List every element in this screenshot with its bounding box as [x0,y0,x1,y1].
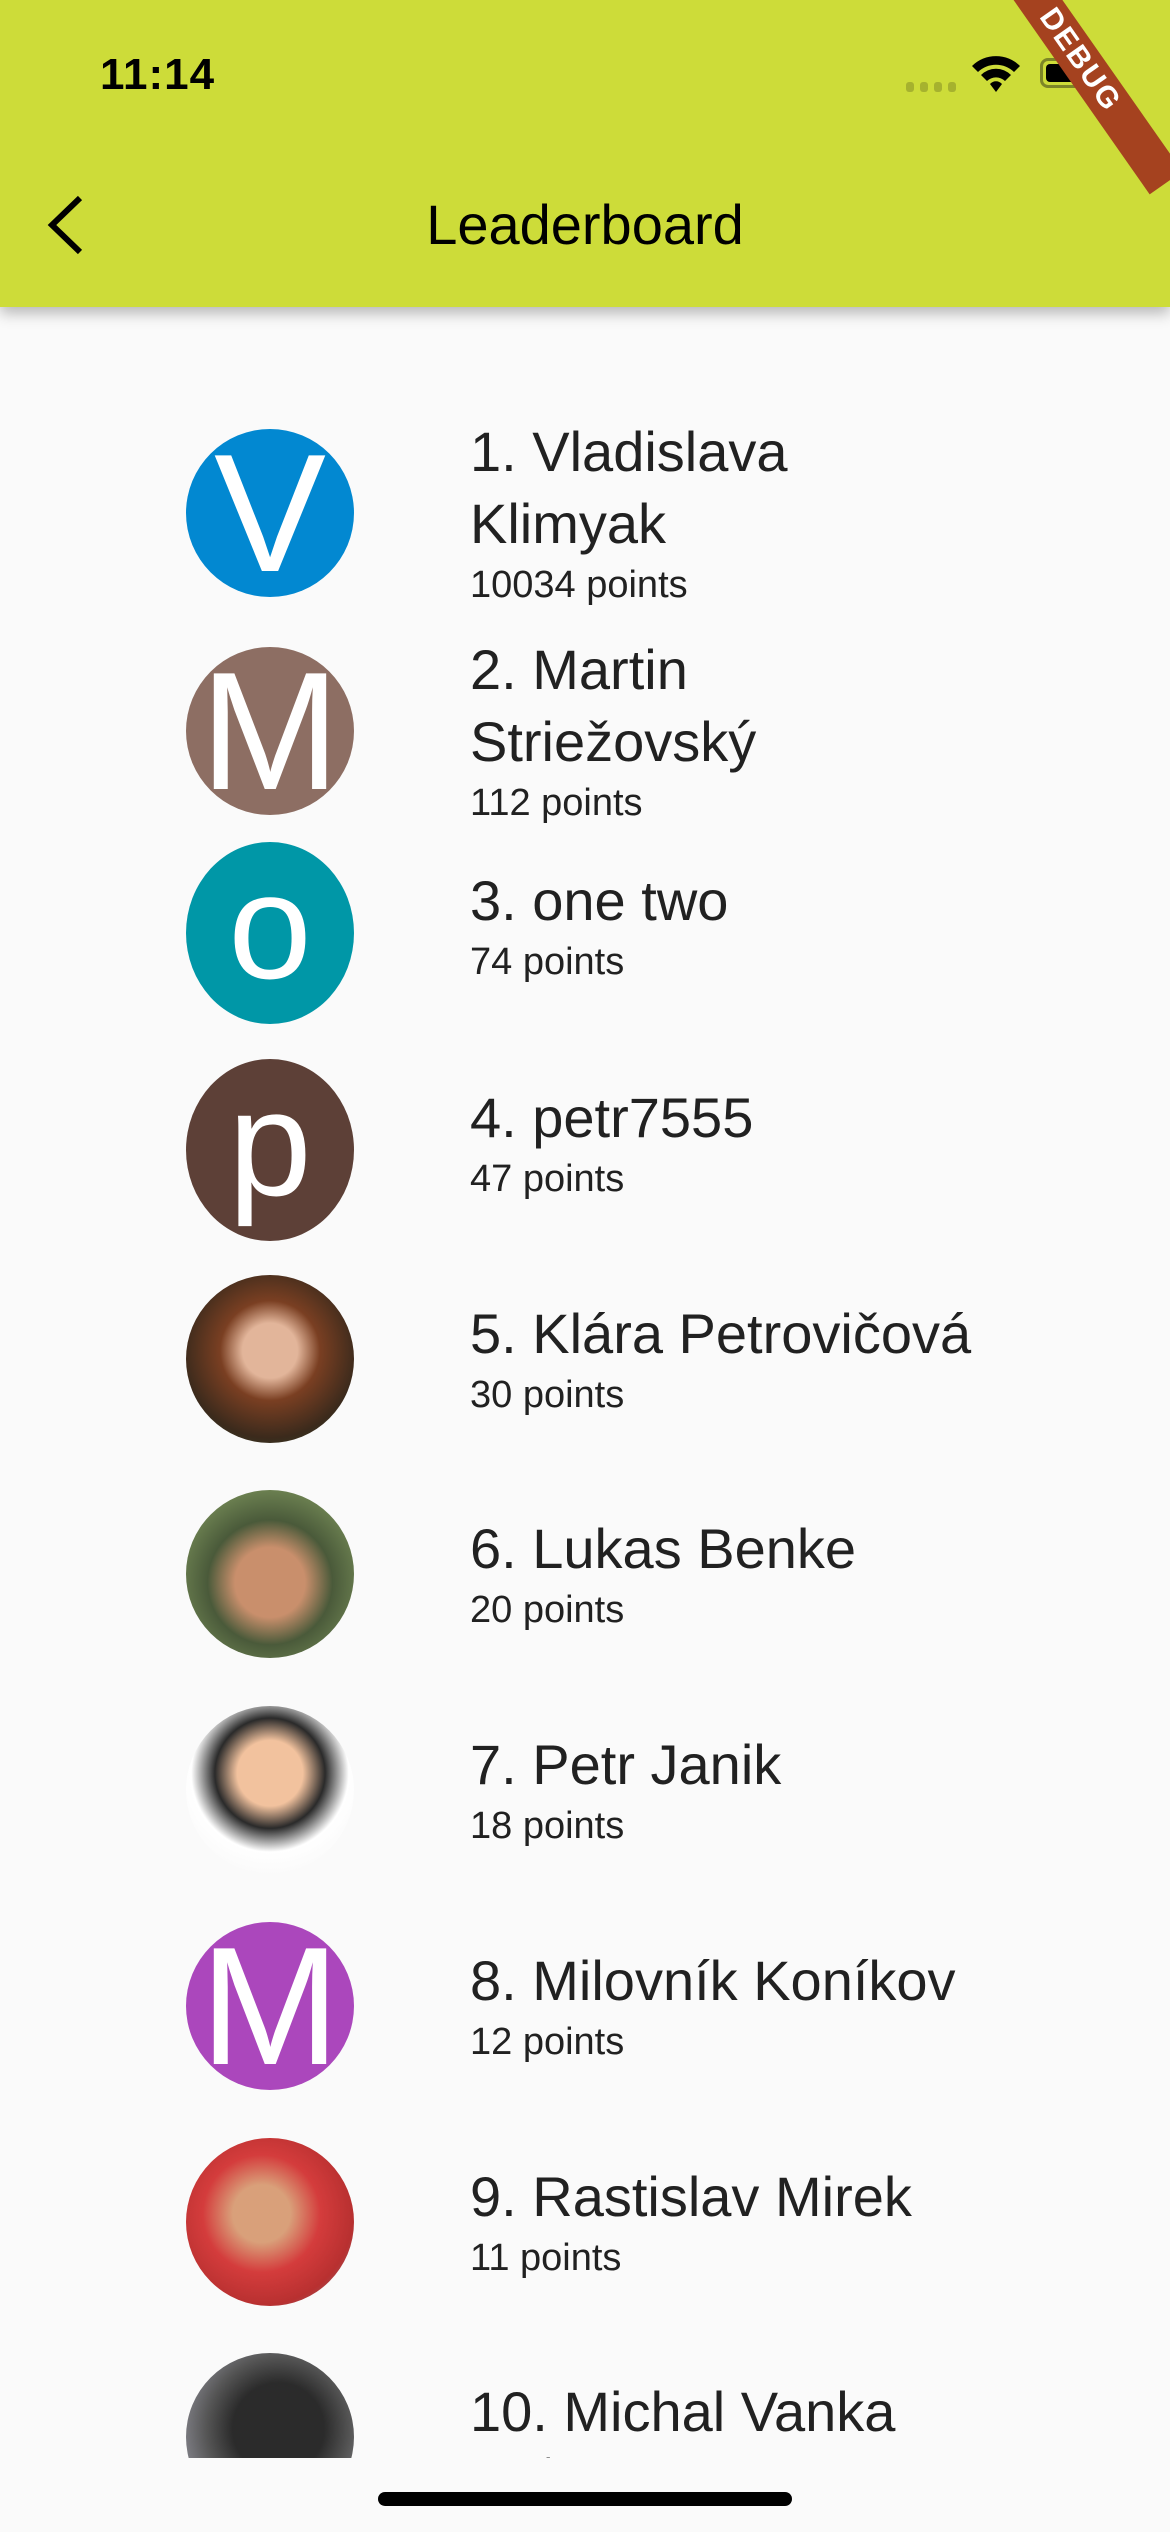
player-points: 9 points [470,2448,895,2458]
avatar [186,1706,354,1874]
player-points: 12 points [470,2021,625,2063]
list-item-text: 5. Klára Petrovičová 30 points [470,1298,971,1420]
list-item[interactable]: 10. Michal Vanka 9 points [0,2337,1170,2458]
player-name: 9. Rastislav Mirek [470,2165,912,2228]
player-points: 18 points [470,1805,625,1847]
list-item[interactable]: 7. Petr Janik 18 points [0,1690,1170,1890]
list-item-text: 4. petr7555 47 points [470,1082,753,1204]
list-item-text: 6. Lukas Benke 20 points [470,1513,856,1635]
wifi-icon [972,56,1020,92]
player-points: 10034 points [470,564,688,606]
list-item[interactable]: 9. Rastislav Mirek 11 points [0,2122,1170,2322]
player-name: 7. Petr Janik [470,1733,782,1796]
list-item[interactable]: M 8. Milovník Koníkov 12 points [0,1906,1170,2106]
list-item-text: 3. one two 74 points [470,865,728,987]
avatar: o [186,842,354,1024]
player-points: 47 points [470,1158,625,1200]
avatar [186,1275,354,1443]
list-item[interactable]: o 3. one two 74 points [0,826,1170,1026]
list-item[interactable]: p 4. petr7555 47 points [0,1043,1170,1243]
list-item-text: 7. Petr Janik 18 points [470,1729,781,1851]
page-title: Leaderboard [426,193,744,256]
avatar: V [186,429,354,597]
player-points: 11 points [470,2237,622,2279]
list-item[interactable]: 5. Klára Petrovičová 30 points [0,1259,1170,1459]
avatar: M [186,647,354,815]
avatar: M [186,1922,354,2090]
player-name: 2. Martin Striežovský [470,638,757,773]
avatar: p [186,1059,354,1241]
player-name: 1. Vladislava Klimyak [470,420,788,555]
list-item-text: 1. Vladislava Klimyak 10034 points [470,416,870,610]
cellular-signal-icon [906,82,956,92]
list-item-text: 8. Milovník Koníkov 12 points [470,1945,956,2067]
player-points: 112 points [470,782,643,824]
player-name: 6. Lukas Benke [470,1517,857,1580]
player-name: 5. Klára Petrovičová [470,1302,972,1365]
leaderboard-list[interactable]: V 1. Vladislava Klimyak 10034 points M 2. Ma… [0,307,1170,2458]
list-item[interactable]: M 2. Martin Striežovský 112 points [0,631,1170,831]
avatar [186,2138,354,2306]
player-name: 4. petr7555 [470,1086,754,1149]
list-item-text: 10. Michal Vanka 9 points [470,2376,895,2458]
app-bar: 11:14 Leaderboard [0,0,1170,307]
list-item[interactable]: V 1. Vladislava Klimyak 10034 points [0,413,1170,613]
list-item[interactable]: 6. Lukas Benke 20 points [0,1474,1170,1674]
home-indicator[interactable] [378,2492,792,2506]
list-item-text: 9. Rastislav Mirek 11 points [470,2161,912,2283]
player-name: 10. Michal Vanka [470,2380,896,2443]
player-points: 74 points [470,941,625,983]
list-item-text: 2. Martin Striežovský 112 points [470,634,870,828]
player-points: 30 points [470,1374,625,1416]
player-points: 20 points [470,1589,625,1631]
avatar [186,1490,354,1658]
player-name: 8. Milovník Koníkov [470,1949,956,2012]
player-name: 3. one two [470,869,729,932]
avatar [186,2353,354,2458]
status-time: 11:14 [100,50,216,99]
